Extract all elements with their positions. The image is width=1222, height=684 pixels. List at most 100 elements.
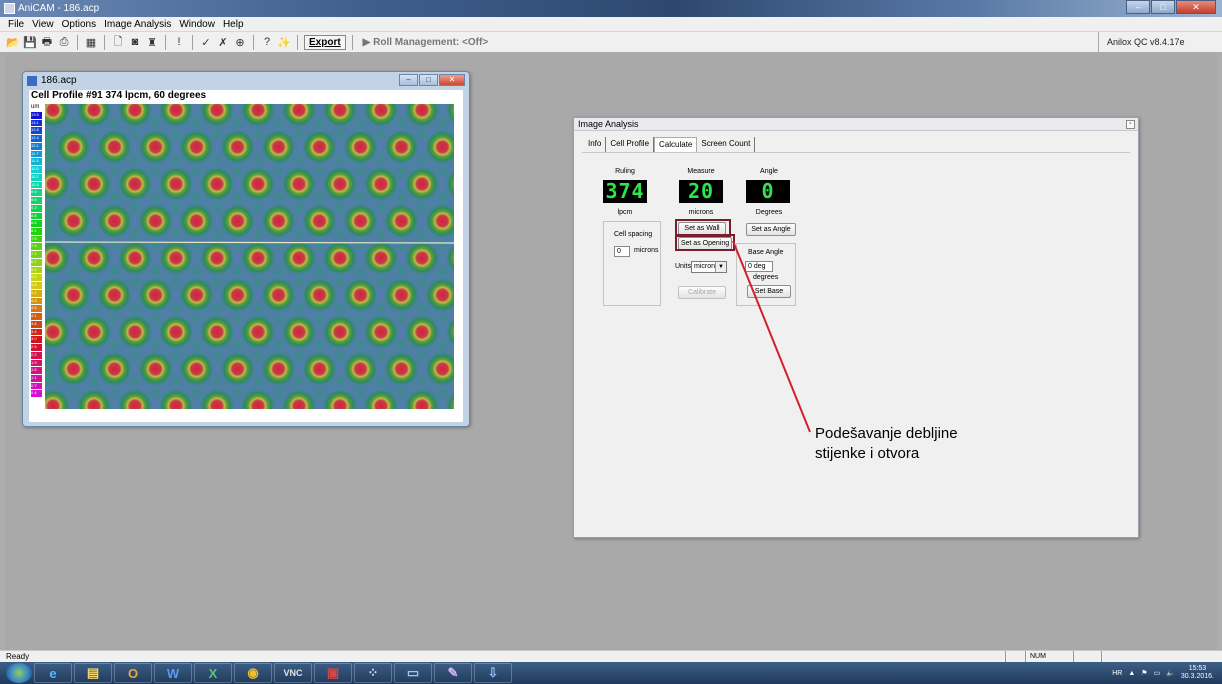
grid-app-icon[interactable]: ⁘ — [354, 663, 392, 683]
analysis-window-titlebar[interactable]: Image Analysis ▫ — [574, 118, 1138, 131]
cell-microscope-image[interactable] — [45, 104, 454, 409]
network-icon[interactable]: ▭ — [1154, 669, 1161, 677]
image-window[interactable]: 186.acp – □ ✕ Cell Profile #91 374 lpcm,… — [22, 71, 470, 427]
cross-icon[interactable]: ✗ — [216, 35, 230, 49]
scale-step: 3.0 — [31, 336, 42, 345]
toolbar-separator — [165, 34, 166, 50]
cell — [179, 352, 214, 386]
cell — [405, 241, 439, 275]
image-window-close-button[interactable]: ✕ — [439, 74, 465, 86]
cell-spacing-field[interactable]: 0 — [614, 246, 630, 257]
menu-view[interactable]: View — [32, 17, 54, 31]
set-as-angle-button[interactable]: Set as Angle — [746, 223, 796, 236]
wand-icon[interactable]: ✨ — [277, 35, 291, 49]
menu-image-analysis[interactable]: Image Analysis — [104, 17, 171, 31]
paint-icon[interactable]: ✎ — [434, 663, 472, 683]
base-angle-group: Base Angle 0 deg degrees Set Base — [736, 243, 796, 306]
target-icon[interactable]: ⊕ — [233, 35, 247, 49]
menu-options[interactable]: Options — [62, 17, 96, 31]
units-select[interactable]: micron ▼ — [691, 261, 727, 273]
app-title: AniCAM - 186.acp — [18, 3, 100, 14]
set-base-button[interactable]: Set Base — [747, 285, 791, 298]
minimize-button[interactable]: – — [1126, 0, 1150, 14]
tray-expand-icon[interactable]: ▲ — [1128, 670, 1135, 677]
toolbar-separator — [104, 34, 105, 50]
chevron-down-icon[interactable]: ▼ — [715, 262, 726, 272]
new-icon[interactable]: 🗋 — [111, 35, 125, 49]
base-angle-field[interactable]: 0 deg — [745, 261, 773, 272]
print-icon[interactable]: 🖶 — [40, 35, 54, 49]
scale-step: 8.5 — [31, 220, 42, 229]
image-window-maximize-button[interactable]: □ — [419, 74, 438, 86]
image-analysis-window[interactable]: Image Analysis ▫ Info Cell Profile Calcu… — [573, 117, 1139, 538]
chrome-icon[interactable]: ◉ — [234, 663, 272, 683]
cell — [220, 278, 255, 312]
roll-management-button[interactable]: ▶ Roll Management: <Off> — [363, 37, 488, 48]
roll-management-label: Roll Management: <Off> — [373, 36, 489, 48]
cell — [282, 167, 316, 201]
start-button[interactable] — [6, 663, 32, 683]
vnc-icon[interactable]: VNC — [274, 663, 312, 683]
camera-icon[interactable]: ◙ — [128, 35, 142, 49]
explorer-icon[interactable]: ▤ — [74, 663, 112, 683]
restore-icon[interactable]: ▫ — [1126, 120, 1135, 129]
clock[interactable]: 15:53 30.3.2016. — [1181, 665, 1214, 681]
annotation-line-1: Podešavanje debljine — [815, 425, 958, 442]
cell — [405, 315, 439, 349]
scale-step: 1.9 — [31, 359, 42, 368]
tab-screen-count[interactable]: Screen Count — [697, 137, 756, 152]
volume-icon[interactable]: 🔈 — [1166, 669, 1175, 677]
image-window-minimize-button[interactable]: – — [399, 74, 418, 86]
menu-help[interactable]: Help — [223, 17, 244, 31]
cell — [261, 204, 296, 238]
cell — [220, 130, 255, 164]
image-window-titlebar[interactable]: 186.acp – □ ✕ — [23, 72, 469, 90]
word-icon[interactable]: W — [154, 663, 192, 683]
save-icon[interactable]: 💾 — [23, 35, 37, 49]
scale-step: 13.5 — [31, 112, 42, 120]
calibrate-button[interactable]: Calibrate — [678, 286, 726, 299]
cell — [179, 204, 214, 238]
base-angle-label: Base Angle — [748, 249, 784, 256]
scale-step: 9.2 — [31, 204, 42, 213]
ie-icon[interactable]: e — [34, 663, 72, 683]
cell — [343, 130, 378, 164]
tab-info[interactable]: Info — [584, 137, 607, 152]
cell — [118, 167, 152, 201]
cell — [323, 241, 357, 275]
excel-icon[interactable]: X — [194, 663, 232, 683]
scale-step: 9.6 — [31, 197, 42, 205]
tab-cell-profile[interactable]: Cell Profile — [606, 137, 655, 152]
maximize-button[interactable]: □ — [1151, 0, 1175, 14]
annotation-line-2: stijenke i otvora — [815, 445, 920, 462]
cell-profile-caption: Cell Profile #91 374 lpcm, 60 degrees — [31, 90, 207, 101]
cup-icon[interactable]: ♜ — [145, 35, 159, 49]
print-preview-icon[interactable]: ⎙ — [57, 35, 71, 49]
anicam-icon[interactable]: ▣ — [314, 663, 352, 683]
tab-calculate[interactable]: Calculate — [654, 137, 698, 152]
cell — [364, 167, 398, 201]
toolbar-separator — [351, 34, 353, 50]
cell — [179, 278, 214, 312]
exclamation-icon[interactable]: ! — [172, 35, 186, 49]
cell — [138, 130, 173, 164]
cell — [261, 130, 296, 164]
pdf-icon[interactable]: ⇩ — [474, 663, 512, 683]
open-icon[interactable]: 📂 — [6, 35, 20, 49]
export-button[interactable]: Export — [304, 34, 346, 50]
menu-file[interactable]: File — [8, 17, 24, 31]
cell — [138, 352, 173, 386]
menu-window[interactable]: Window — [179, 17, 215, 31]
close-button[interactable]: ✕ — [1176, 0, 1216, 14]
scale-step: 12.4 — [31, 135, 42, 143]
check-icon[interactable]: ✓ — [199, 35, 213, 49]
cell — [343, 352, 378, 386]
cell — [343, 204, 378, 238]
outlook-icon[interactable]: O — [114, 663, 152, 683]
cell — [200, 167, 234, 201]
language-indicator[interactable]: HR — [1112, 670, 1122, 677]
window-app-icon[interactable]: ▭ — [394, 663, 432, 683]
flag-icon[interactable]: ⚑ — [1141, 669, 1147, 677]
question-icon[interactable]: ? — [260, 35, 274, 49]
grid-icon[interactable]: ▦ — [84, 35, 98, 49]
